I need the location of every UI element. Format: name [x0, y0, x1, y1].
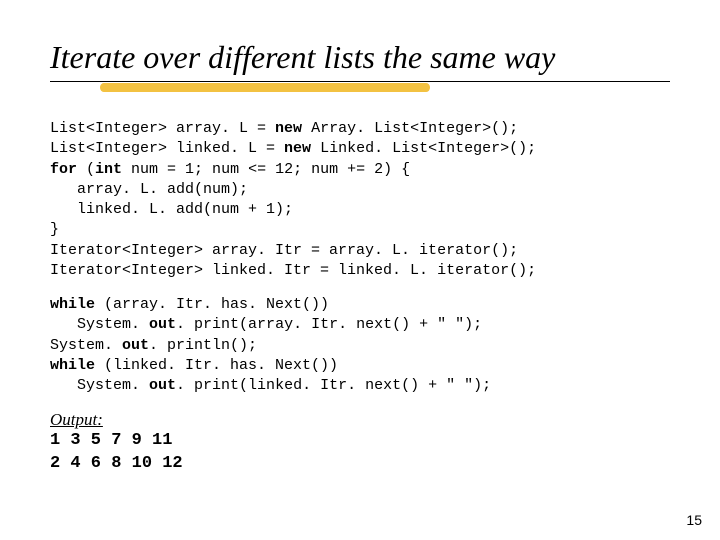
output-block: 1 3 5 7 9 112 4 6 8 10 12 — [50, 430, 670, 476]
slide-title: Iterate over different lists the same wa… — [50, 40, 670, 75]
code-block-2: while (array. Itr. has. Next()) System. … — [50, 295, 670, 396]
title-underline — [50, 81, 670, 101]
underline-highlight — [100, 83, 430, 92]
code-block-1: List<Integer> array. L = new Array. List… — [50, 119, 670, 281]
code-spacer — [50, 281, 670, 295]
underline-rule — [50, 81, 670, 82]
page-number: 15 — [686, 512, 702, 528]
slide: Iterate over different lists the same wa… — [0, 0, 720, 540]
output-label: Output: — [50, 410, 670, 430]
